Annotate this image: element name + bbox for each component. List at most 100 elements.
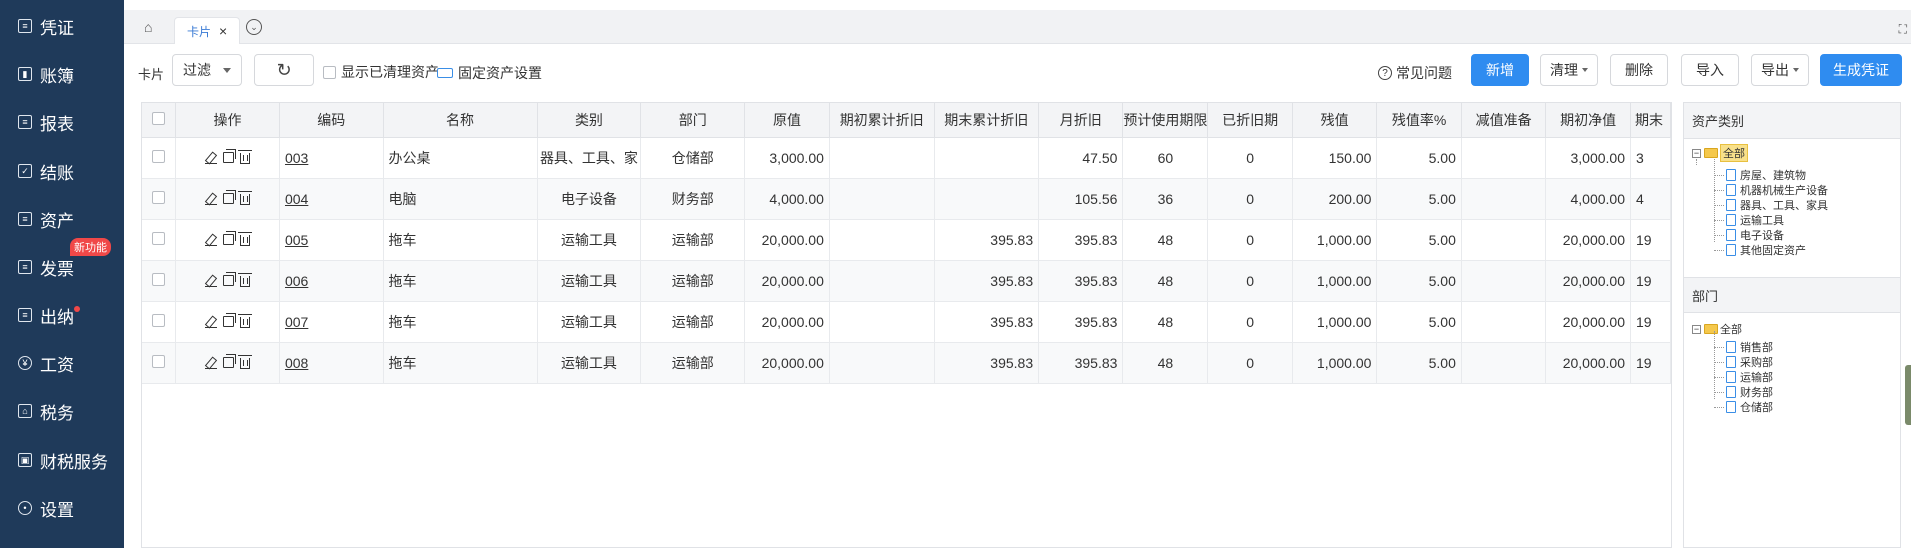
table-row[interactable]: 007 拖车 运输工具 运输部 20,000.00 395.83 395.83 48 0 1,00… <box>142 301 1671 343</box>
tree-node[interactable]: 销售部 <box>1726 339 1773 355</box>
delete-icon[interactable] <box>238 355 253 369</box>
tree-node[interactable]: 电子设备 <box>1726 227 1784 243</box>
row-select-cell[interactable] <box>142 342 177 384</box>
tree-label[interactable]: 全部 <box>1720 321 1742 337</box>
generate-voucher-button[interactable]: 生成凭证 <box>1820 54 1902 86</box>
fullscreen-icon[interactable]: ⛶ <box>1899 22 1907 37</box>
sidebar-item-salary[interactable]: ¥ 工资 <box>0 345 124 381</box>
table-row[interactable]: 006 拖车 运输工具 运输部 20,000.00 395.83 395.83 48 0 1,00… <box>142 260 1671 302</box>
refresh-button[interactable]: ↻ <box>254 54 314 86</box>
tree-node[interactable]: 运输工具 <box>1726 212 1784 228</box>
export-button[interactable]: 导出 <box>1751 54 1809 86</box>
asset-code-link[interactable]: 008 <box>285 355 308 371</box>
delete-icon[interactable] <box>238 191 253 205</box>
row-select-cell[interactable] <box>142 260 177 302</box>
side-scroll-handle[interactable] <box>1905 365 1911 425</box>
sidebar-item-tax[interactable]: ⌂ 税务 <box>0 393 124 429</box>
add-button[interactable]: 新增 <box>1471 54 1529 86</box>
delete-icon[interactable] <box>238 273 253 287</box>
edit-icon[interactable] <box>205 315 218 328</box>
copy-icon[interactable] <box>223 231 237 245</box>
table-row[interactable]: 004 电脑 电子设备 财务部 4,000.00 105.56 36 0 200.00 5.00 4… <box>142 178 1671 220</box>
collapse-icon[interactable]: − <box>1692 148 1701 158</box>
asset-code-link[interactable]: 004 <box>285 191 308 207</box>
table-row[interactable]: 008 拖车 运输工具 运输部 20,000.00 395.83 395.83 48 0 1,00… <box>142 342 1671 384</box>
clear-button[interactable]: 清理 <box>1540 54 1598 86</box>
asset-code-link[interactable]: 006 <box>285 273 308 289</box>
sidebar-item-closing[interactable]: ✓ 结账 <box>0 153 124 189</box>
edit-icon[interactable] <box>205 274 218 287</box>
tree-label[interactable]: 运输部 <box>1740 369 1773 385</box>
sidebar-item-cashier[interactable]: ≡ 出纳 <box>0 297 124 333</box>
delete-button[interactable]: 删除 <box>1610 54 1668 86</box>
edit-icon[interactable] <box>205 192 218 205</box>
checkbox[interactable] <box>323 65 336 79</box>
edit-icon[interactable] <box>205 151 218 164</box>
sidebar-item-asset[interactable]: ≡ 资产 <box>0 201 124 237</box>
delete-icon[interactable] <box>238 232 253 246</box>
tree-node[interactable]: 其他固定资产 <box>1726 242 1806 258</box>
tree-label[interactable]: 电子设备 <box>1740 227 1784 243</box>
table-row[interactable]: 003 办公桌 器具、工具、家 仓储部 3,000.00 47.50 60 0 150.00 5.… <box>142 137 1671 179</box>
tree-label[interactable]: 运输工具 <box>1740 212 1784 228</box>
delete-icon[interactable] <box>238 150 253 164</box>
copy-icon[interactable] <box>223 190 237 204</box>
sidebar-item-settings[interactable]: • 设置 <box>0 490 124 526</box>
asset-code-link[interactable]: 007 <box>285 314 308 330</box>
row-checkbox[interactable] <box>152 149 166 163</box>
select-all-checkbox[interactable] <box>152 111 166 125</box>
sidebar-item-ledger[interactable]: ▮ 账簿 <box>0 56 124 92</box>
tree-label[interactable]: 采购部 <box>1740 354 1773 370</box>
edit-icon[interactable] <box>205 356 218 369</box>
row-select-cell[interactable] <box>142 301 177 343</box>
copy-icon[interactable] <box>223 354 237 368</box>
copy-icon[interactable] <box>223 149 237 163</box>
copy-icon[interactable] <box>223 313 237 327</box>
collapse-icon[interactable]: − <box>1692 324 1701 334</box>
tree-label[interactable]: 房屋、建筑物 <box>1740 167 1806 183</box>
edit-icon[interactable] <box>205 233 218 246</box>
copy-icon[interactable] <box>223 272 237 286</box>
show-cleared-checkbox[interactable]: 显示已清理资产 <box>323 62 439 82</box>
row-checkbox[interactable] <box>152 231 166 245</box>
sidebar-item-voucher[interactable]: ≡ 凭证 <box>0 8 124 44</box>
filter-select[interactable]: 过滤 <box>172 54 242 86</box>
tree-label[interactable]: 其他固定资产 <box>1740 242 1806 258</box>
tree-node[interactable]: 机器机械生产设备 <box>1726 182 1828 198</box>
tree-label[interactable]: 全部 <box>1720 144 1748 162</box>
tab-card[interactable]: 卡片 × <box>174 17 240 44</box>
tree-node[interactable]: 仓储部 <box>1726 399 1773 415</box>
tree-node[interactable]: 器具、工具、家具 <box>1726 197 1828 213</box>
tree-node-root[interactable]: − 全部 <box>1692 144 1748 162</box>
tree-node[interactable]: 采购部 <box>1726 354 1773 370</box>
asset-settings-link[interactable]: 固定资产设置 <box>437 63 542 83</box>
tree-label[interactable]: 销售部 <box>1740 339 1773 355</box>
sidebar-item-report[interactable]: ≡ 报表 <box>0 104 124 140</box>
tree-node-root[interactable]: − 全部 <box>1692 321 1742 337</box>
asset-code-link[interactable]: 005 <box>285 232 308 248</box>
row-select-cell[interactable] <box>142 178 177 220</box>
tree-node[interactable]: 房屋、建筑物 <box>1726 167 1806 183</box>
asset-code-link[interactable]: 003 <box>285 150 308 166</box>
home-icon[interactable]: ⌂ <box>144 19 160 35</box>
tree-node[interactable]: 运输部 <box>1726 369 1773 385</box>
close-icon[interactable]: × <box>219 23 227 39</box>
faq-link[interactable]: ? 常见问题 <box>1378 63 1452 83</box>
chevron-down-icon[interactable]: ⌄ <box>246 19 262 35</box>
table-row[interactable]: 005 拖车 运输工具 运输部 20,000.00 395.83 395.83 48 0 1,00… <box>142 219 1671 261</box>
import-button[interactable]: 导入 <box>1681 54 1739 86</box>
row-select-cell[interactable] <box>142 219 177 261</box>
row-checkbox[interactable] <box>152 272 166 286</box>
row-checkbox[interactable] <box>152 354 166 368</box>
tree-label[interactable]: 财务部 <box>1740 384 1773 400</box>
row-checkbox[interactable] <box>152 190 166 204</box>
tree-label[interactable]: 仓储部 <box>1740 399 1773 415</box>
sidebar-item-finance-service[interactable]: ▣ 财税服务 <box>0 442 124 478</box>
row-checkbox[interactable] <box>152 313 166 327</box>
select-all-header[interactable] <box>142 103 177 138</box>
row-select-cell[interactable] <box>142 137 177 179</box>
delete-icon[interactable] <box>238 314 253 328</box>
tree-label[interactable]: 机器机械生产设备 <box>1740 182 1828 198</box>
tree-label[interactable]: 器具、工具、家具 <box>1740 197 1828 213</box>
tree-node[interactable]: 财务部 <box>1726 384 1773 400</box>
